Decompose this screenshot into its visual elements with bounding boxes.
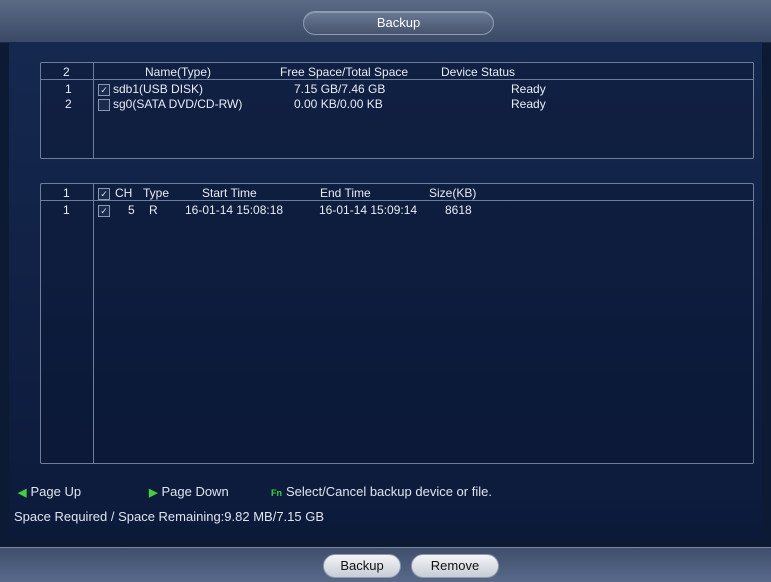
device-index: 2	[65, 97, 72, 111]
bottom-bar: Backup Remove	[0, 547, 771, 582]
device-status: Ready	[511, 82, 546, 96]
device-name-header: Name(Type)	[145, 65, 212, 79]
file-count-header: 1	[63, 186, 70, 200]
space-info: Space Required / Space Remaining:9.82 MB…	[14, 509, 325, 524]
fn-hint-label: Select/Cancel backup device or file.	[286, 484, 492, 499]
backup-button[interactable]: Backup	[323, 554, 401, 578]
file-size: 8618	[445, 203, 472, 217]
device-checkbox[interactable]	[98, 99, 110, 111]
select-all-checkbox[interactable]: ✓	[98, 188, 110, 200]
page-up-label: Page Up	[30, 484, 82, 499]
file-table: 1 ✓ CH Type Start Time End Time Size(KB)…	[40, 183, 754, 464]
main-area: 2 Name(Type) Free Space/Total Space Devi…	[9, 42, 762, 539]
file-size-header: Size(KB)	[429, 186, 477, 200]
device-space: 0.00 KB/0.00 KB	[294, 97, 383, 111]
file-start-time: 16-01-14 15:08:18	[185, 203, 284, 217]
fn-hint: Fn Select/Cancel backup device or file.	[271, 484, 492, 499]
file-end-header: End Time	[320, 186, 371, 200]
fn-key-icon: Fn	[271, 488, 282, 498]
title-bar: Backup	[0, 0, 771, 43]
file-start-header: Start Time	[202, 186, 257, 200]
device-space-header: Free Space/Total Space	[280, 65, 409, 79]
remove-button[interactable]: Remove	[411, 554, 499, 578]
device-table: 2 Name(Type) Free Space/Total Space Devi…	[40, 62, 754, 159]
page-down-icon: ▶	[149, 487, 158, 499]
page-up-icon: ◀	[18, 487, 27, 499]
file-channel: 5	[128, 203, 135, 217]
column-divider	[93, 184, 94, 463]
page-down-label: Page Down	[161, 484, 229, 499]
file-type-header: Type	[143, 186, 170, 200]
file-ch-header: CH	[115, 186, 133, 200]
device-count-header: 2	[63, 65, 70, 79]
window-title: Backup	[303, 11, 494, 35]
device-status: Ready	[511, 97, 546, 111]
device-space: 7.15 GB/7.46 GB	[294, 82, 386, 96]
page-up-button[interactable]: ◀ Page Up	[18, 484, 81, 499]
device-name: sdb1(USB DISK)	[113, 82, 204, 96]
file-end-time: 16-01-14 15:09:14	[319, 203, 418, 217]
device-index: 1	[65, 82, 72, 96]
file-type: R	[149, 203, 158, 217]
header-divider	[41, 200, 753, 201]
device-checkbox[interactable]: ✓	[98, 84, 110, 96]
file-checkbox[interactable]: ✓	[98, 205, 110, 217]
header-divider	[41, 79, 753, 80]
column-divider	[93, 63, 94, 158]
page-down-button[interactable]: ▶ Page Down	[149, 484, 229, 499]
file-index: 1	[63, 203, 70, 217]
device-status-header: Device Status	[441, 65, 516, 79]
device-name: sg0(SATA DVD/CD-RW)	[113, 97, 243, 111]
